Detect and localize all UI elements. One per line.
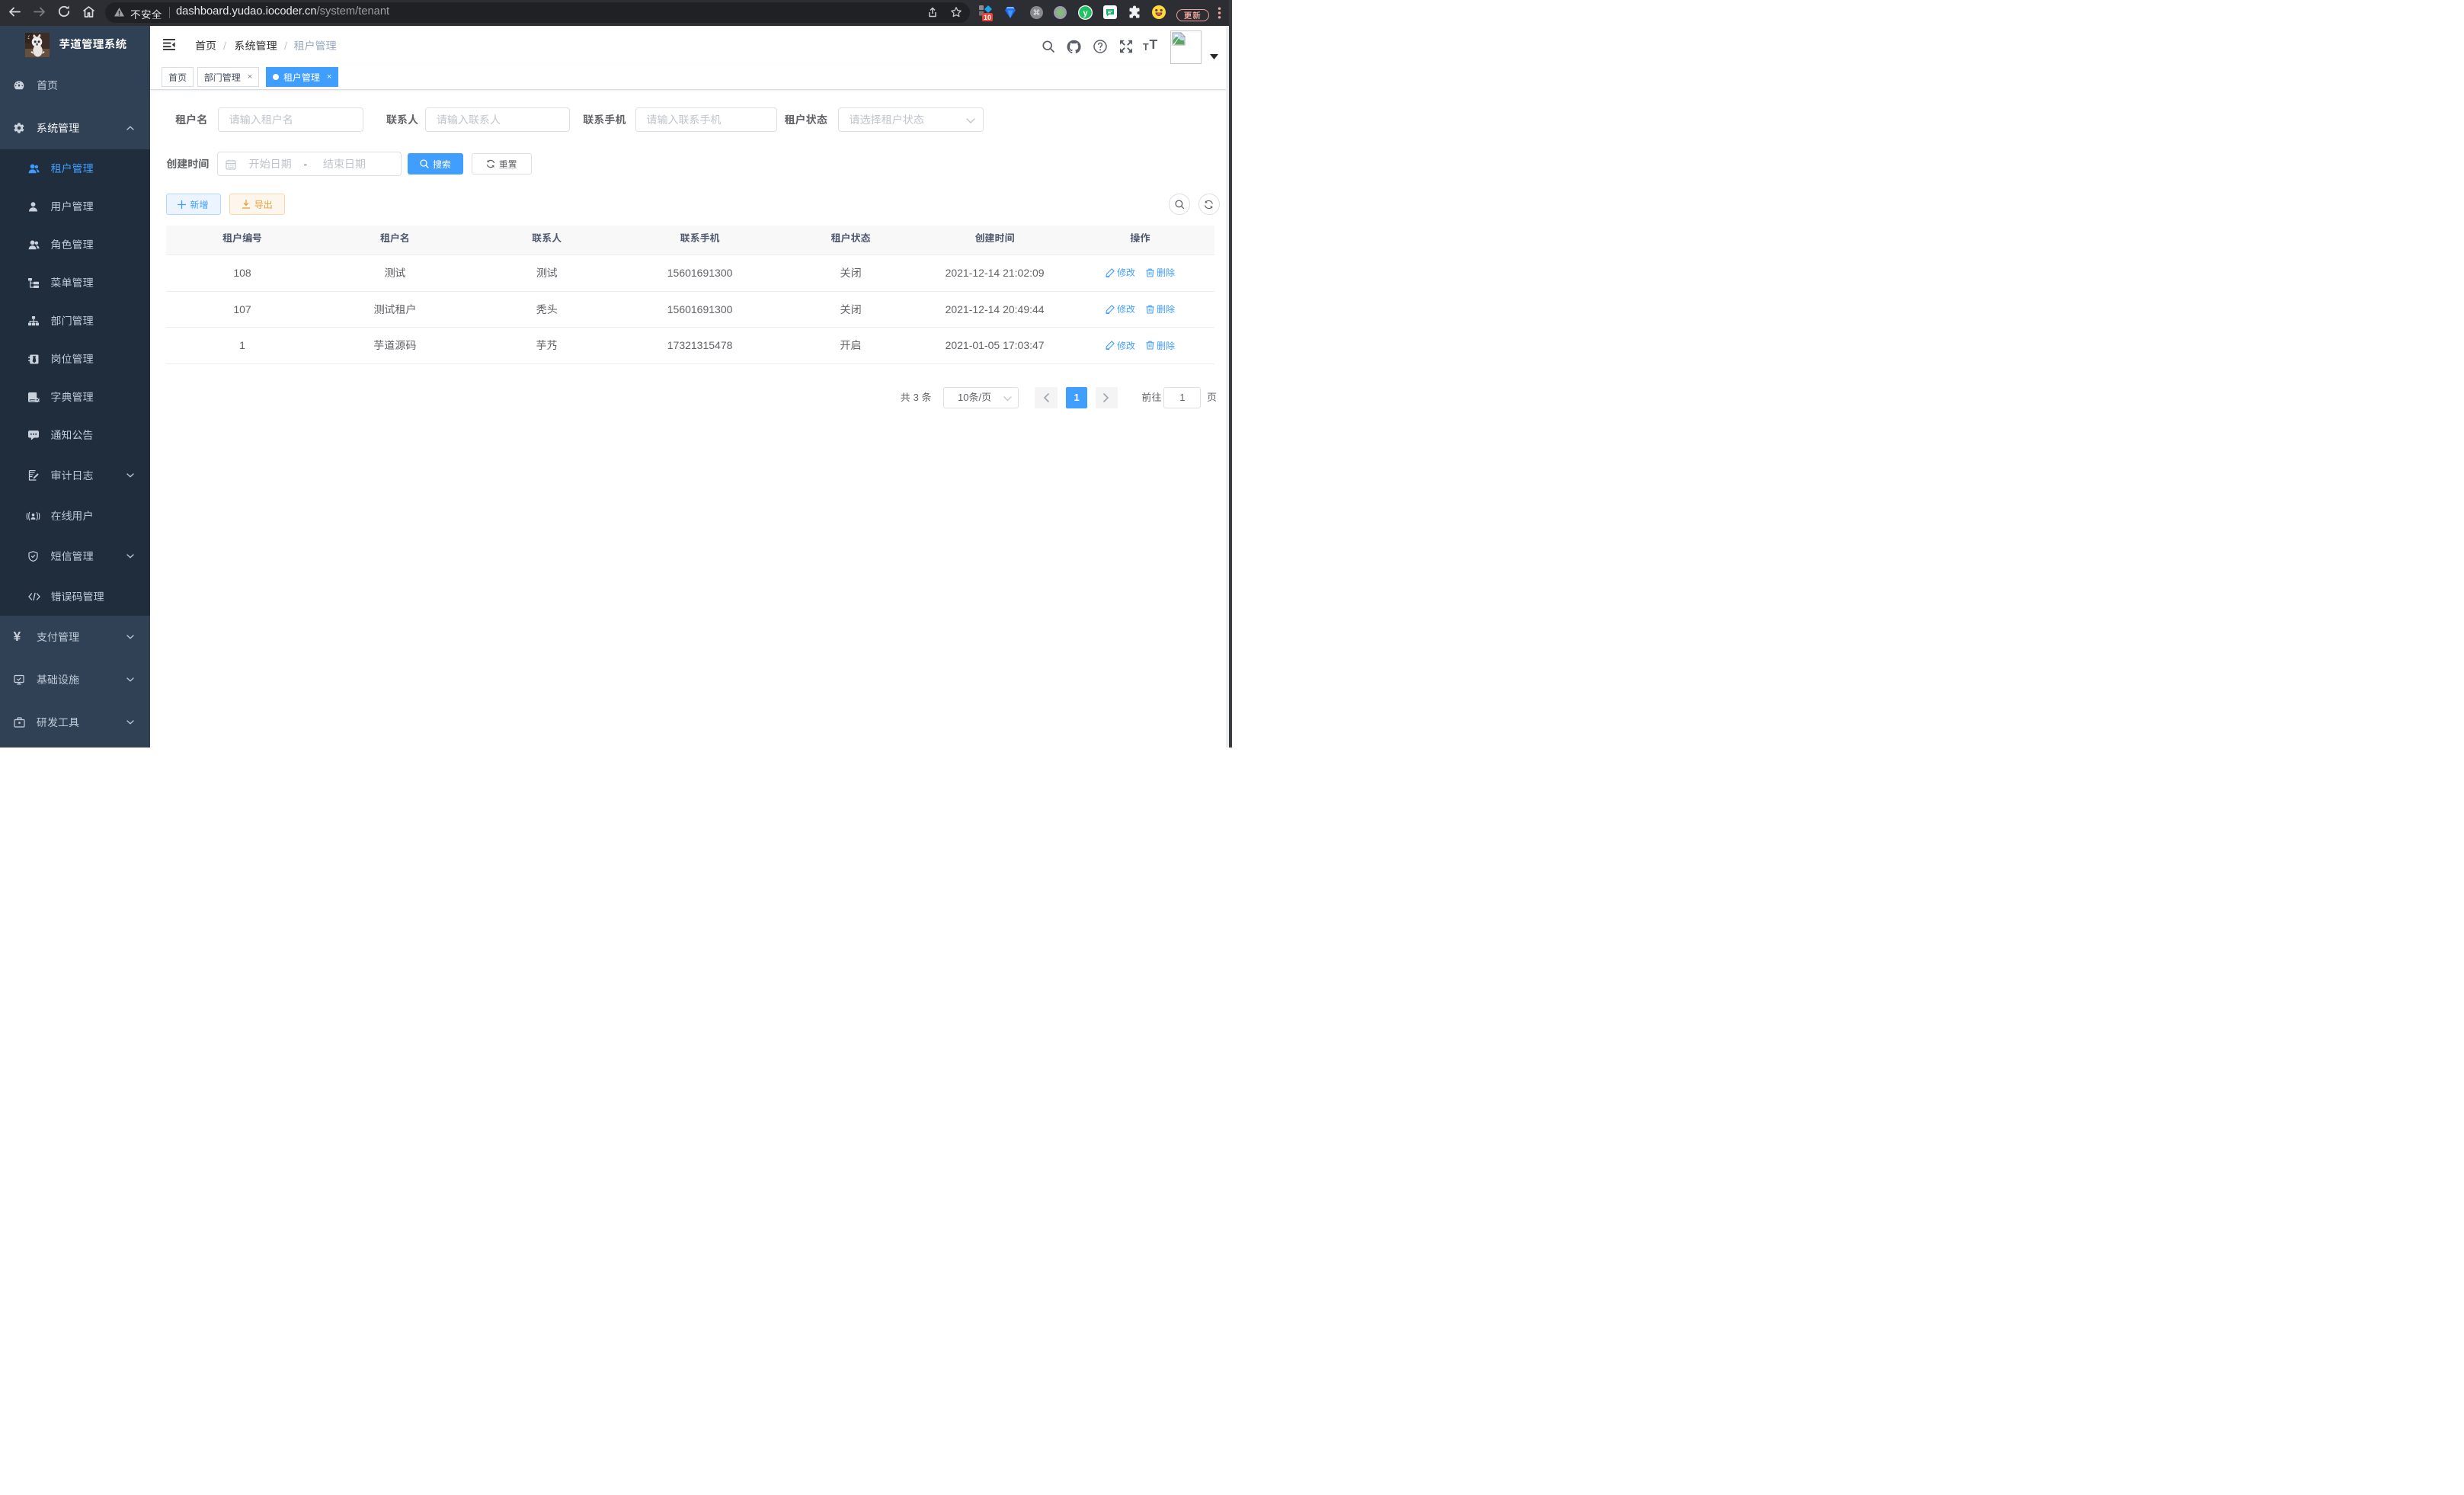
- svg-text:⌘: ⌘: [1033, 9, 1041, 18]
- svg-text:y: y: [1083, 9, 1088, 18]
- svg-text:10: 10: [984, 14, 991, 21]
